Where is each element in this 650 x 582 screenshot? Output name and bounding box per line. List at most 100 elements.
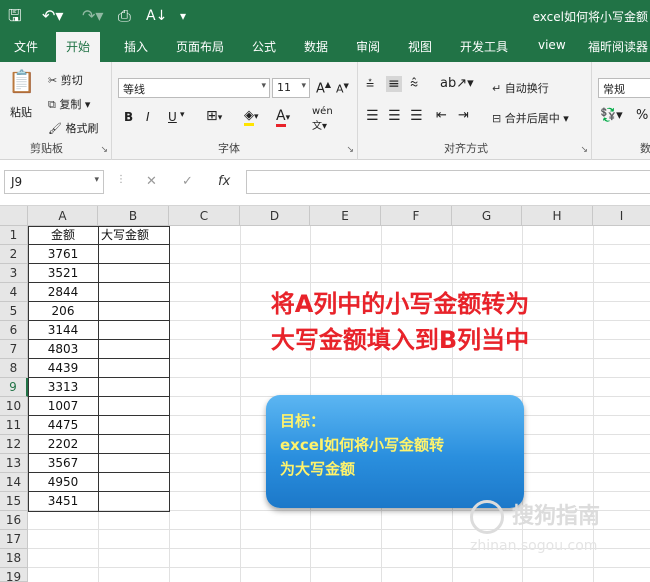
column-header-e[interactable]: E xyxy=(310,206,381,226)
insert-function-icon[interactable]: fx xyxy=(218,174,230,189)
align-middle-icon[interactable]: ≡ xyxy=(386,76,402,92)
row-header-1[interactable]: 1 xyxy=(0,226,28,245)
cell-b1[interactable]: 大写金额 xyxy=(98,226,169,245)
cell-a9[interactable]: 3313 xyxy=(28,378,98,397)
paste-button[interactable]: 粘贴 xyxy=(10,104,32,120)
row-header-10[interactable]: 10 xyxy=(0,397,28,416)
align-bottom-icon[interactable]: ⩯ xyxy=(410,76,418,92)
number-format-select[interactable]: 常规 xyxy=(598,78,650,98)
row-header-16[interactable]: 16 xyxy=(0,511,28,530)
cell-a11[interactable]: 4475 xyxy=(28,416,98,435)
merge-center-button[interactable]: ⊟ 合并后居中 ▾ xyxy=(492,110,569,126)
font-color-icon[interactable]: A▾ xyxy=(276,108,290,127)
undo-icon[interactable]: ↶▾ xyxy=(42,6,63,26)
cell-a15[interactable]: 3451 xyxy=(28,492,98,511)
cell-a7[interactable]: 4803 xyxy=(28,340,98,359)
row-header-7[interactable]: 7 xyxy=(0,340,28,359)
row-header-12[interactable]: 12 xyxy=(0,435,28,454)
tab-foxit-reader[interactable]: 福昕阅读器 xyxy=(588,38,648,55)
column-header-c[interactable]: C xyxy=(169,206,240,226)
cell-a8[interactable]: 4439 xyxy=(28,359,98,378)
row-header-19[interactable]: 19 xyxy=(0,568,28,582)
name-box[interactable]: J9 ▾ xyxy=(4,170,104,194)
column-header-b[interactable]: B xyxy=(98,206,169,226)
row-header-15[interactable]: 15 xyxy=(0,492,28,511)
tab-view[interactable]: 视图 xyxy=(408,38,432,55)
wrap-text-button[interactable]: ↵ 自动换行 xyxy=(492,80,549,96)
row-header-6[interactable]: 6 xyxy=(0,321,28,340)
accounting-format-icon[interactable]: 💱▾ xyxy=(600,108,623,123)
fill-color-icon[interactable]: ◈▾ xyxy=(244,108,259,126)
tab-page-layout[interactable]: 页面布局 xyxy=(176,38,224,55)
select-all-corner[interactable] xyxy=(0,206,28,226)
font-launcher-icon[interactable]: ↘ xyxy=(346,145,354,155)
tab-insert[interactable]: 插入 xyxy=(124,38,148,55)
cell-a5[interactable]: 206 xyxy=(28,302,98,321)
cell-a10[interactable]: 1007 xyxy=(28,397,98,416)
cut-button[interactable]: ✂ 剪切 xyxy=(48,72,83,88)
align-right-icon[interactable]: ☰ xyxy=(410,108,423,124)
cell-a12[interactable]: 2202 xyxy=(28,435,98,454)
paste-icon[interactable]: 📋 xyxy=(8,70,35,95)
tab-data[interactable]: 数据 xyxy=(304,38,328,55)
borders-icon[interactable]: ⊞▾ xyxy=(206,108,222,124)
tab-home[interactable]: 开始 xyxy=(56,32,101,62)
column-header-g[interactable]: G xyxy=(452,206,522,226)
orientation-icon[interactable]: ab↗▾ xyxy=(440,76,474,91)
tab-review[interactable]: 审阅 xyxy=(356,38,380,55)
row-header-9[interactable]: 9 xyxy=(0,378,28,397)
decrease-indent-icon[interactable]: ⇤ xyxy=(436,108,447,123)
cell-a3[interactable]: 3521 xyxy=(28,264,98,283)
row-header-3[interactable]: 3 xyxy=(0,264,28,283)
cell-a13[interactable]: 3567 xyxy=(28,454,98,473)
cell-a6[interactable]: 3144 xyxy=(28,321,98,340)
cell-a1[interactable]: 金额 xyxy=(28,226,98,245)
align-top-icon[interactable]: ⩮ xyxy=(366,76,374,92)
row-header-17[interactable]: 17 xyxy=(0,530,28,549)
copy-button[interactable]: ⧉ 复制 ▾ xyxy=(48,96,90,112)
font-size-select[interactable]: 11 ▾ xyxy=(272,78,310,98)
tab-developer[interactable]: 开发工具 xyxy=(460,38,508,55)
italic-button[interactable]: I xyxy=(146,110,150,124)
grow-font-icon[interactable]: A▲ xyxy=(316,80,331,96)
format-painter-button[interactable]: 🖌 格式刷 xyxy=(48,120,98,136)
row-header-18[interactable]: 18 xyxy=(0,549,28,568)
formula-input[interactable] xyxy=(246,170,650,194)
clipboard-launcher-icon[interactable]: ↘ xyxy=(100,145,108,155)
align-center-icon[interactable]: ☰ xyxy=(388,108,401,124)
column-header-h[interactable]: H xyxy=(522,206,593,226)
row-header-4[interactable]: 4 xyxy=(0,283,28,302)
increase-indent-icon[interactable]: ⇥ xyxy=(458,108,469,123)
save-icon[interactable]: 🖫 xyxy=(8,6,22,26)
enter-icon[interactable]: ✓ xyxy=(182,174,193,189)
underline-button[interactable]: U xyxy=(168,110,177,124)
redo-icon[interactable]: ↷▾ xyxy=(82,6,103,26)
tab-formulas[interactable]: 公式 xyxy=(252,38,276,55)
row-header-14[interactable]: 14 xyxy=(0,473,28,492)
tab-file[interactable]: 文件 xyxy=(14,38,38,55)
shrink-font-icon[interactable]: A▼ xyxy=(336,82,349,96)
customize-icon[interactable]: ▾ xyxy=(180,6,186,26)
row-header-8[interactable]: 8 xyxy=(0,359,28,378)
cell-a14[interactable]: 4950 xyxy=(28,473,98,492)
percent-icon[interactable]: % xyxy=(636,108,648,123)
row-header-2[interactable]: 2 xyxy=(0,245,28,264)
align-left-icon[interactable]: ☰ xyxy=(366,108,379,124)
sort-icon[interactable]: A↓ xyxy=(146,6,167,26)
underline-dropdown-icon[interactable]: ▾ xyxy=(180,110,185,120)
bold-button[interactable]: B xyxy=(124,110,133,124)
column-header-a[interactable]: A xyxy=(28,206,98,226)
cell-a4[interactable]: 2844 xyxy=(28,283,98,302)
font-name-select[interactable]: 等线 ▾ xyxy=(118,78,270,98)
tab-view-en[interactable]: view xyxy=(538,38,566,52)
cell-a2[interactable]: 3761 xyxy=(28,245,98,264)
cancel-icon[interactable]: ✕ xyxy=(146,174,157,189)
row-header-5[interactable]: 5 xyxy=(0,302,28,321)
column-header-f[interactable]: F xyxy=(381,206,452,226)
column-header-i[interactable]: I xyxy=(593,206,650,226)
phonetic-icon[interactable]: wén 文▾ xyxy=(312,106,333,132)
row-header-13[interactable]: 13 xyxy=(0,454,28,473)
column-header-d[interactable]: D xyxy=(240,206,310,226)
print-preview-icon[interactable]: ⎙ xyxy=(118,6,131,26)
row-header-11[interactable]: 11 xyxy=(0,416,28,435)
